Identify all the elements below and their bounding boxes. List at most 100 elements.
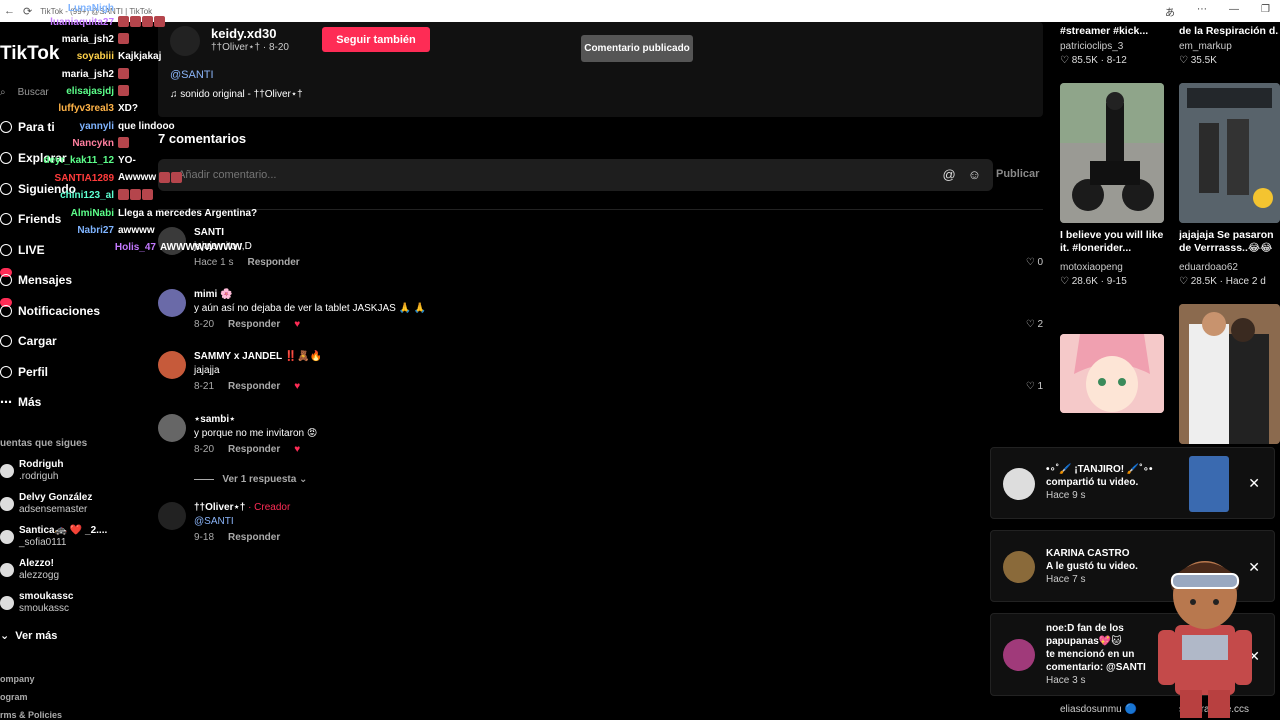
post-caption[interactable]: @SANTI (170, 69, 214, 81)
maximize-icon[interactable]: ❐ (1261, 4, 1270, 19)
comment-text: y porque no me invitaron 😡 (194, 428, 318, 439)
video-stats: ♡ 35.5K (1179, 55, 1217, 66)
chat-user: Holis_47 (114, 241, 156, 253)
translate-icon[interactable]: あ (1165, 4, 1175, 19)
commenter-name[interactable]: SAMMY x JANDEL ‼️🧸🔥 (194, 351, 322, 362)
comment-item: SAMMY x JANDEL ‼️🧸🔥 jajajja 8-21 Responde… (158, 351, 1043, 407)
commenter-avatar[interactable] (158, 289, 186, 317)
message-icon (0, 274, 12, 286)
chat-row: AlmiNabi Llega a mercedes Argentina? (0, 205, 257, 221)
notification-title: KARINA CASTRO (1046, 548, 1130, 559)
reply-button[interactable]: Responder (228, 532, 280, 543)
chevron-down-icon: ⌄ (0, 630, 10, 642)
video-thumbnail[interactable] (1060, 334, 1164, 413)
reply-button[interactable]: Responder (228, 381, 280, 392)
notification-title: •∘˚🖌️ ¡TANJIRO! 🖌️˚∘• (1046, 464, 1153, 475)
author-avatar[interactable] (170, 26, 200, 56)
menu-icon[interactable]: ⋯ (1197, 4, 1207, 19)
account-name: Rodriguh (19, 459, 64, 470)
chat-message: AWWWWWWWW (160, 241, 243, 253)
video-author[interactable]: eduardoao62 (1179, 262, 1238, 273)
video-thumbnail[interactable] (1179, 83, 1280, 223)
chat-user: Nabri27 (77, 224, 114, 236)
comment-item: SANTI jajaja nito :,D Hace 1 s Responder … (158, 227, 1043, 283)
video-stats: ♡ 28.5K · Hace 2 d (1179, 276, 1266, 287)
bell-icon (0, 305, 12, 317)
video-title[interactable]: #streamer #kick... (1060, 25, 1170, 37)
chat-message: Llega a mercedes Argentina? (118, 207, 258, 219)
at-mention-icon[interactable]: @ (943, 167, 956, 182)
like-button[interactable]: ♡ 0 (1026, 257, 1043, 268)
comment-date: 8-20 (194, 319, 215, 330)
video-author[interactable]: motoxiaopeng (1060, 262, 1123, 273)
commenter-name[interactable]: ⋆sambi⋆ (194, 414, 235, 425)
nav-label: Notificaciones (18, 304, 101, 318)
comment-input-box[interactable]: @ ☺ (158, 159, 993, 191)
couple-thumbnail-art (1179, 304, 1280, 444)
like-button[interactable]: ♡ 2 (1026, 319, 1043, 330)
window-controls: あ ⋯ — ❐ (1165, 4, 1270, 19)
chat-row: deyr_kak11_12 YO- (0, 152, 136, 168)
reply-button[interactable]: Responder (247, 257, 299, 268)
streamer-avatar-overlay (1150, 550, 1260, 720)
commenter-avatar[interactable] (158, 414, 186, 442)
video-thumbnail[interactable] (1179, 304, 1280, 444)
video-title[interactable]: jajajaja Se pasaron de Verrrasss..😂😂 (1179, 229, 1279, 255)
see-more-button[interactable]: ⌄ Ver más (0, 629, 57, 643)
comment-date: Hace 1 s (194, 257, 234, 268)
video-thumbnail[interactable] (1060, 83, 1164, 223)
chat-user: Nancykn (72, 137, 114, 149)
comment-text[interactable]: @SANTI (194, 516, 234, 527)
account-handle: smoukassc (19, 603, 70, 614)
footer-link[interactable]: rms & Policies (0, 710, 62, 720)
chat-message: awwww (118, 224, 155, 236)
video-author[interactable]: eliasdosunmu 🔵 (1060, 704, 1137, 715)
video-title[interactable]: I believe you will like it. #lonerider..… (1060, 229, 1172, 255)
commenter-name[interactable]: mimi 🌸 (194, 289, 233, 300)
notification-video-thumbnail[interactable] (1189, 456, 1229, 512)
video-title[interactable]: de la Respiración d... (1179, 25, 1279, 37)
minimize-icon[interactable]: — (1229, 4, 1239, 19)
reply-button[interactable]: Responder (228, 319, 280, 330)
chat-row: SANTIA1289 Awwww (0, 170, 183, 186)
following-account[interactable]: Delvy González adsensemaster (0, 492, 92, 516)
close-icon[interactable]: ✕ (1248, 475, 1260, 492)
account-name: Alezzo! (19, 558, 54, 569)
nav-notifications[interactable]: Notificaciones (0, 304, 100, 318)
commenter-avatar[interactable] (158, 351, 186, 379)
post-author[interactable]: keidy.xd30 (211, 26, 277, 41)
commenter-avatar[interactable] (158, 502, 186, 530)
view-replies-button[interactable]: —— Ver 1 respuesta ⌄ (194, 474, 307, 485)
footer-link[interactable]: ogram (0, 692, 28, 702)
nav-messages[interactable]: Mensajes (0, 273, 72, 287)
reply-button[interactable]: Responder (228, 444, 280, 455)
follow-button[interactable]: Seguir también (322, 27, 430, 52)
video-author[interactable]: em_markup (1179, 41, 1232, 52)
main-content: keidy.xd30 ††Oliver⋆† · 8-20 Seguir tamb… (158, 22, 1043, 720)
following-account[interactable]: smoukassc smoukassc (0, 591, 73, 615)
nav-more[interactable]: ⋯ Más (0, 395, 41, 409)
commenter-name[interactable]: ††Oliver⋆† · Creador (194, 502, 290, 513)
publish-button[interactable]: Publicar (996, 168, 1039, 180)
commenter-name[interactable]: SANTI (194, 227, 224, 238)
nav-profile[interactable]: Perfil (0, 365, 48, 379)
motorcycle-thumbnail-art (1060, 83, 1164, 223)
following-account[interactable]: Rodriguh .rodriguh (0, 459, 63, 483)
nav-live[interactable]: LIVE (0, 243, 45, 257)
chat-user: yannyli (79, 120, 114, 132)
footer-link[interactable]: ompany (0, 674, 35, 684)
notification-card[interactable]: •∘˚🖌️ ¡TANJIRO! 🖌️˚∘• compartió tu video… (990, 447, 1275, 519)
nav-label: LIVE (18, 243, 45, 257)
following-account[interactable]: Santica🚓 ❤️ _2.... _sofia0111 (0, 525, 107, 549)
nav-label: Cargar (18, 334, 57, 348)
like-button[interactable]: ♡ 1 (1026, 381, 1043, 392)
nav-upload[interactable]: Cargar (0, 334, 57, 348)
post-sound[interactable]: ♫ sonido original - ††Oliver⋆† (170, 89, 303, 100)
following-account[interactable]: Alezzo! alezzogg (0, 558, 59, 582)
comment-input[interactable] (178, 169, 878, 181)
emoji-icon[interactable]: ☺ (968, 167, 981, 182)
avatar (0, 464, 14, 478)
video-author[interactable]: patricioclips_3 (1060, 41, 1123, 52)
chat-message: YO- (118, 154, 136, 166)
comment-item: mimi 🌸 y aún así no dejaba de ver la tab… (158, 289, 1043, 345)
